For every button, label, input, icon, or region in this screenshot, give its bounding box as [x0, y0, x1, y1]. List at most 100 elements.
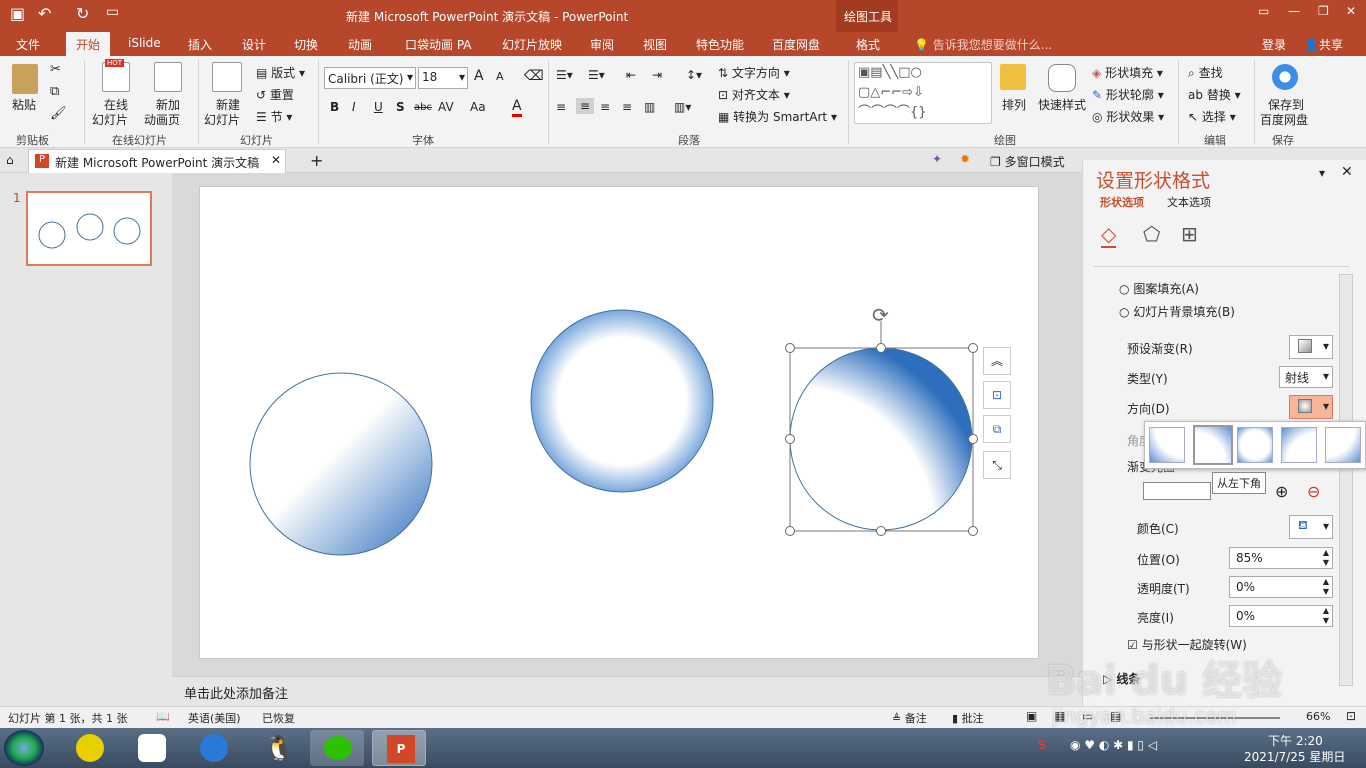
slide-bg-fill-option[interactable]: ○ 幻灯片背景填充(B)	[1119, 303, 1235, 320]
section-button[interactable]: ☰ 节 ▾	[256, 108, 292, 125]
strikethrough-button[interactable]: abc	[414, 102, 432, 113]
distribute-icon[interactable]: ▥	[644, 100, 655, 114]
ribbon-display-icon[interactable]: ▭	[1258, 4, 1269, 18]
resize-handle[interactable]	[785, 434, 795, 444]
tab-pocket-animation[interactable]: 口袋动画 PA	[405, 36, 472, 53]
gradient-stops-bar[interactable]	[1143, 482, 1211, 500]
tab-islide[interactable]: iSlide	[128, 36, 161, 50]
italic-button[interactable]: I	[352, 100, 356, 114]
indent-increase-icon[interactable]: ⇥	[652, 68, 662, 82]
tab-transitions[interactable]: 切换	[294, 36, 318, 53]
preset-gradient-dropdown[interactable]: ▾	[1289, 335, 1333, 359]
arrange-button[interactable]: 排列	[1002, 96, 1026, 113]
font-size-select[interactable]: 18 ▾	[418, 67, 468, 89]
align-text-button[interactable]: ⊡ 对齐文本 ▾	[718, 86, 790, 103]
tab-text-options[interactable]: 文本选项	[1167, 194, 1211, 210]
direction-option-1[interactable]	[1149, 427, 1185, 463]
size-properties-icon[interactable]: ⊞	[1181, 222, 1198, 246]
underline-button[interactable]: U	[374, 100, 383, 114]
circle-middle[interactable]	[530, 309, 714, 493]
layout-options-icon[interactable]: ⊡	[983, 381, 1011, 409]
resize-handle[interactable]	[876, 343, 886, 353]
close-tab-icon[interactable]: ✕	[271, 153, 281, 167]
taskbar-music-app[interactable]	[62, 730, 116, 766]
shape-outline-button[interactable]: ✎ 形状轮廓 ▾	[1092, 86, 1164, 103]
minimize-icon[interactable]: —	[1288, 4, 1300, 18]
baidu-pan-icon[interactable]	[1272, 64, 1298, 90]
rotate-handle-icon[interactable]: ⟳	[872, 303, 889, 327]
save-to-label-2[interactable]: 百度网盘	[1260, 111, 1308, 128]
multi-window-button[interactable]: ❐ 多窗口模式	[990, 153, 1065, 170]
comments-toggle[interactable]: ▮ 批注	[952, 710, 984, 726]
new-animation-label-2[interactable]: 动画页	[144, 111, 180, 128]
slideshow-start-icon[interactable]: ▭	[106, 4, 119, 20]
restore-icon[interactable]: ❐	[1318, 4, 1329, 18]
tab-baidu-pan[interactable]: 百度网盘	[772, 36, 820, 53]
pane-options-icon[interactable]: ▾	[1319, 166, 1325, 180]
clock-date[interactable]: 2021/7/25 星期日	[1244, 748, 1345, 765]
paste-button[interactable]: 粘贴	[12, 96, 36, 113]
circle-left[interactable]	[249, 372, 433, 556]
tab-animations[interactable]: 动画	[348, 36, 372, 53]
effects-icon[interactable]: ⬠	[1143, 222, 1160, 246]
shapes-gallery[interactable]: ▣▤╲╲□○ ▢△⌐⌐⇨⇩ ⌒⌒⌒⌒{}	[854, 62, 992, 124]
circle-right-selected[interactable]	[789, 347, 973, 531]
shape-effect-button[interactable]: ◎ 形状效果 ▾	[1092, 108, 1164, 125]
taskbar-qq[interactable]: 🐧	[248, 730, 302, 766]
paste-icon[interactable]	[12, 64, 38, 94]
copy-icon[interactable]: ⧉	[50, 84, 59, 99]
replace-button[interactable]: ab 替换 ▾	[1188, 86, 1241, 103]
position-input[interactable]: 85% ▲ ▼	[1229, 547, 1333, 569]
pane-close-icon[interactable]: ✕	[1341, 164, 1353, 180]
new-slide-icon[interactable]	[212, 62, 242, 92]
resize-handle[interactable]	[785, 526, 795, 536]
shape-arrange-icon[interactable]: ⧉	[983, 415, 1011, 443]
change-case-button[interactable]: Aa	[470, 100, 486, 114]
resize-handle[interactable]	[968, 526, 978, 536]
tab-shape-options[interactable]: 形状选项	[1100, 194, 1144, 210]
direction-dropdown[interactable]: ▾	[1289, 395, 1333, 419]
tab-insert[interactable]: 插入	[188, 36, 212, 53]
direction-option-2[interactable]	[1193, 425, 1233, 465]
quick-styles-button[interactable]: 快速样式	[1038, 96, 1086, 113]
taskbar-powerpoint[interactable]: P	[372, 730, 426, 766]
sogou-tray-icon[interactable]: S	[1038, 738, 1046, 752]
layout-button[interactable]: ▤ 版式 ▾	[256, 64, 305, 81]
align-left-icon[interactable]: ≡	[556, 100, 566, 114]
font-name-select[interactable]: Calibri (正文) ▾	[324, 67, 416, 89]
start-button-icon[interactable]	[4, 730, 44, 766]
notes-toggle[interactable]: ≜ 备注	[892, 710, 927, 726]
select-button[interactable]: ↖ 选择 ▾	[1188, 108, 1236, 125]
pattern-fill-option[interactable]: ○ 图案填充(A)	[1119, 280, 1199, 297]
bold-button[interactable]: B	[330, 100, 339, 114]
transparency-input[interactable]: 0% ▲ ▼	[1229, 576, 1333, 598]
direction-option-4[interactable]	[1281, 427, 1317, 463]
text-direction-button[interactable]: ⇅ 文字方向 ▾	[718, 64, 790, 81]
pane-scrollbar[interactable]	[1339, 274, 1353, 686]
tab-home[interactable]: 开始	[66, 32, 111, 56]
tab-format[interactable]: 格式	[856, 36, 880, 53]
share-button[interactable]: 👤共享	[1304, 36, 1343, 53]
resize-handle[interactable]	[876, 526, 886, 536]
fit-slide-icon[interactable]: ⊡	[1346, 709, 1356, 723]
font-color-button[interactable]: A	[512, 98, 522, 117]
numbering-icon[interactable]: ☰▾	[588, 68, 605, 82]
brightness-input[interactable]: 0% ▲ ▼	[1229, 605, 1333, 627]
reset-button[interactable]: ↺ 重置	[256, 86, 294, 103]
arrange-icon[interactable]	[1000, 64, 1026, 90]
new-tab-icon[interactable]: +	[310, 151, 323, 170]
clock-time[interactable]: 下午 2:20	[1268, 732, 1323, 749]
resize-handle[interactable]	[785, 343, 795, 353]
resize-icon[interactable]: ⤡	[983, 451, 1011, 479]
resize-handle[interactable]	[968, 343, 978, 353]
taskbar-wechat[interactable]	[310, 730, 364, 766]
online-slide-icon[interactable]: HOT	[102, 59, 130, 92]
smartart-button[interactable]: ▦ 转换为 SmartArt ▾	[718, 108, 837, 125]
tray-icons[interactable]: ◉ ♥ ◐ ✱ ▮ ▯ ◁	[1070, 738, 1157, 752]
online-slide-label-2[interactable]: 幻灯片	[92, 111, 128, 128]
direction-option-3[interactable]	[1237, 427, 1273, 463]
close-icon[interactable]: ✕	[1346, 4, 1356, 18]
notes-area[interactable]: 单击此处添加备注	[172, 676, 1082, 706]
columns-icon[interactable]: ▥▾	[674, 100, 691, 114]
justify-icon[interactable]: ≡	[622, 100, 632, 114]
